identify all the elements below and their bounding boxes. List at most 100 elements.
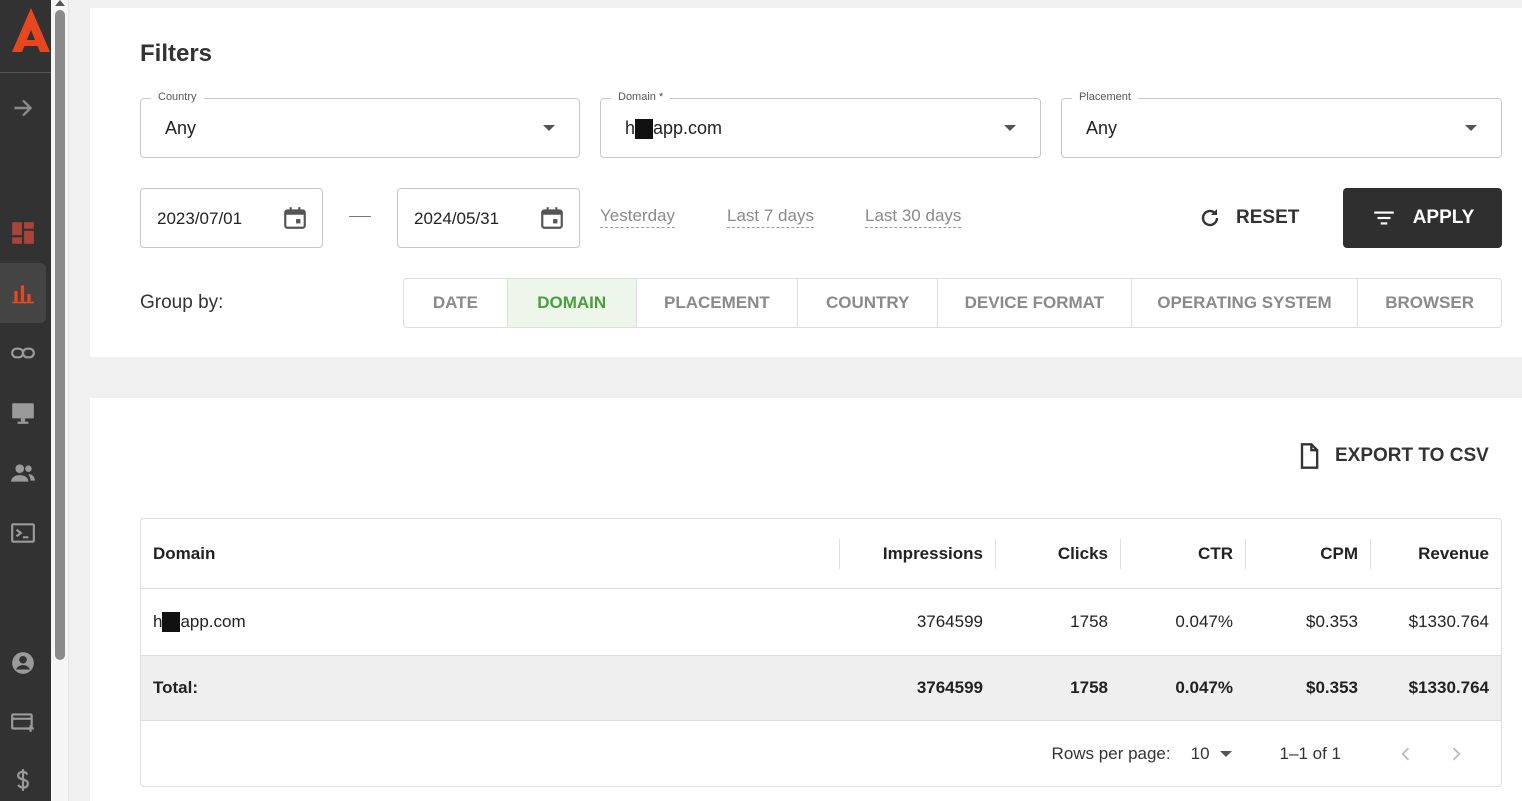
arrow-right-icon	[14, 99, 33, 117]
next-page-button[interactable]	[1431, 734, 1481, 774]
group-by-domain[interactable]: DOMAIN	[507, 279, 637, 327]
sidebar-item-links[interactable]	[0, 323, 46, 383]
chevron-down-icon	[1465, 125, 1477, 131]
date-to-value: 2024/05/31	[414, 209, 500, 228]
group-by-label: Group by:	[140, 292, 224, 313]
group-by-browser[interactable]: BROWSER	[1358, 279, 1501, 327]
export-csv-button[interactable]: EXPORT TO CSV	[1295, 442, 1489, 470]
chevron-down-icon	[1219, 750, 1232, 757]
dollar-icon	[17, 769, 29, 791]
refresh-icon	[1201, 209, 1219, 227]
sidebar-item-placements[interactable]	[0, 383, 46, 443]
country-label: Country	[151, 91, 204, 103]
placement-value: Any	[1086, 118, 1118, 138]
page-scrollbar[interactable]	[51, 0, 69, 801]
file-icon	[1300, 443, 1319, 469]
group-by-date[interactable]: DATE	[404, 279, 508, 327]
scroll-up-arrow-icon[interactable]	[55, 0, 65, 6]
sidebar-item-account[interactable]	[0, 633, 46, 693]
sidebar-item-billing[interactable]	[0, 750, 46, 801]
account-icon	[12, 652, 34, 674]
redaction-block	[162, 612, 181, 632]
quick-range-last-7-days[interactable]: Last 7 days	[727, 206, 814, 228]
previous-page-button[interactable]	[1381, 734, 1431, 774]
dashboard-icon	[12, 222, 34, 244]
filter-icon	[1373, 211, 1394, 225]
chevron-down-icon	[1004, 125, 1016, 131]
table-pagination: Rows per page: 10 1–1 of 1	[141, 721, 1501, 786]
total-ctr: 0.047%	[1175, 678, 1233, 697]
expand-sidebar-button[interactable]	[0, 78, 46, 138]
rows-per-page-label: Rows per page:	[1051, 743, 1171, 763]
users-icon	[11, 464, 35, 482]
date-from-value: 2023/07/01	[157, 209, 243, 228]
group-by-country[interactable]: COUNTRY	[798, 279, 939, 327]
column-header-cpm[interactable]: CPM	[1245, 519, 1370, 588]
column-header-clicks[interactable]: Clicks	[995, 519, 1120, 588]
cell-revenue: $1330.764	[1408, 612, 1489, 631]
column-header-ctr[interactable]: CTR	[1120, 519, 1245, 588]
date-to-input[interactable]: 2024/05/31	[397, 188, 580, 248]
total-impressions: 3764599	[916, 678, 983, 697]
group-by-operating-system[interactable]: OPERATING SYSTEM	[1132, 279, 1359, 327]
sidebar-item-payments[interactable]	[0, 692, 46, 752]
filters-panel: Filters Country Any Domain * h app.com Pl…	[90, 8, 1522, 357]
chevron-down-icon	[543, 125, 555, 131]
terminal-icon	[11, 523, 35, 543]
sidebar-item-users[interactable]	[0, 443, 46, 503]
group-by-device-format[interactable]: DEVICE FORMAT	[938, 279, 1132, 327]
quick-range-yesterday[interactable]: Yesterday	[600, 206, 675, 228]
calendar-icon[interactable]	[539, 205, 565, 231]
quick-range-last-30-days[interactable]: Last 30 days	[865, 206, 962, 228]
table-header-row: Domain Impressions Clicks CTR CPM Revenu…	[141, 519, 1501, 589]
cell-impressions: 3764599	[916, 612, 983, 631]
calendar-icon[interactable]	[282, 205, 308, 231]
cell-clicks: 1758	[1070, 612, 1108, 631]
sidebar	[0, 0, 51, 801]
country-value: Any	[165, 118, 197, 138]
scroll-thumb[interactable]	[55, 10, 65, 660]
sidebar-item-statistics[interactable]	[0, 263, 46, 323]
table-total-row: Total: 3764599 1758 0.047% $0.353 $1330.…	[141, 656, 1501, 721]
redaction-block	[635, 119, 654, 140]
add-card-icon	[11, 713, 34, 732]
export-csv-label: EXPORT TO CSV	[1335, 445, 1489, 466]
total-clicks: 1758	[1070, 678, 1108, 697]
domain-label: Domain *	[611, 91, 671, 103]
column-header-revenue[interactable]: Revenue	[1370, 519, 1501, 588]
bar-chart-icon	[12, 285, 34, 304]
apply-button[interactable]: APPLY	[1343, 188, 1502, 248]
total-revenue: $1330.764	[1408, 678, 1489, 697]
domain-value: h app.com	[625, 118, 723, 140]
report-table: Domain Impressions Clicks CTR CPM Revenu…	[140, 518, 1502, 787]
chevron-right-icon	[1452, 747, 1461, 760]
table-row: h app.com 3764599 1758 0.047% $0.353 $133…	[141, 589, 1501, 656]
group-by-placement[interactable]: PLACEMENT	[637, 279, 799, 327]
domain-value-suffix: app.com	[653, 118, 723, 138]
date-range-separator	[349, 216, 371, 217]
cell-domain-prefix: h	[153, 612, 163, 631]
logo-icon[interactable]	[10, 6, 52, 54]
cell-domain: h app.com	[141, 589, 839, 655]
country-select[interactable]: Country Any	[140, 91, 580, 158]
group-by-toggle: DATE DOMAIN PLACEMENT COUNTRY DEVICE FOR…	[403, 278, 1502, 328]
rows-per-page-select[interactable]: 10	[1191, 744, 1232, 764]
chevron-left-icon	[1401, 747, 1410, 760]
sidebar-item-dashboard[interactable]	[0, 203, 46, 263]
column-header-impressions[interactable]: Impressions	[839, 519, 995, 588]
sidebar-item-console[interactable]	[0, 503, 46, 563]
total-label: Total:	[153, 678, 199, 697]
pagination-range: 1–1 of 1	[1279, 743, 1341, 763]
reset-button[interactable]: RESET	[1198, 188, 1318, 248]
link-icon	[11, 347, 35, 359]
domain-select[interactable]: Domain * h app.com	[600, 91, 1041, 158]
column-header-domain[interactable]: Domain	[141, 519, 839, 588]
cell-cpm: $0.353	[1306, 612, 1358, 631]
date-from-input[interactable]: 2023/07/01	[140, 188, 323, 248]
rows-per-page-value: 10	[1190, 743, 1210, 763]
cell-ctr: 0.047%	[1175, 612, 1233, 631]
report-panel: EXPORT TO CSV Domain Impressions Clicks …	[90, 398, 1522, 801]
placement-select[interactable]: Placement Any	[1061, 91, 1502, 158]
placement-label: Placement	[1072, 91, 1138, 103]
reset-label: RESET	[1236, 207, 1300, 228]
